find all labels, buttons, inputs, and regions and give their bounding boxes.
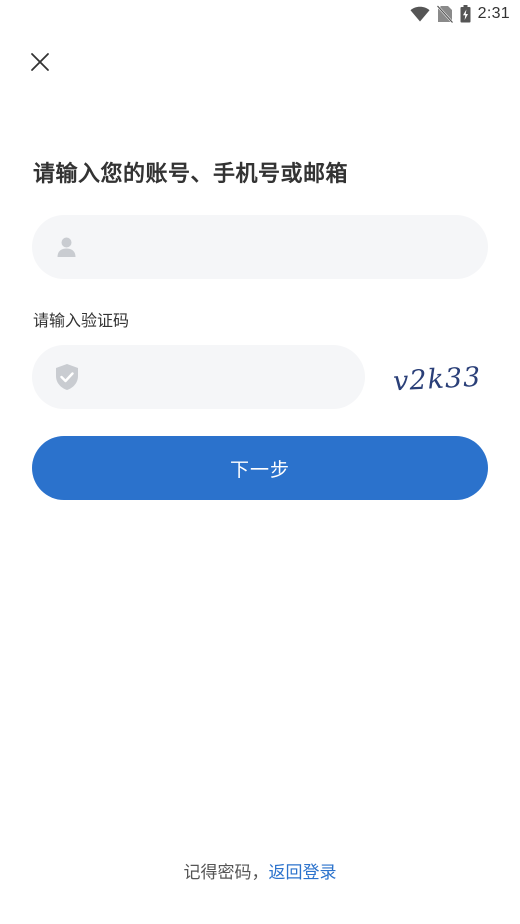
close-icon xyxy=(31,53,49,71)
page-title: 请输入您的账号、手机号或邮箱 xyxy=(33,162,349,187)
captcha-text: v2k33 xyxy=(392,362,482,398)
account-input[interactable] xyxy=(90,226,488,268)
back-to-login-link[interactable]: 返回登录 xyxy=(269,863,337,883)
user-icon xyxy=(57,237,76,257)
captcha-field[interactable] xyxy=(32,345,365,409)
footer: 记得密码，返回登录 xyxy=(0,858,520,883)
remember-text: 记得密码， xyxy=(183,863,269,883)
next-button[interactable]: 下一步 xyxy=(32,436,488,500)
status-icons: 2:31 xyxy=(410,3,510,25)
battery-charging-icon xyxy=(460,5,471,23)
no-sim-icon xyxy=(436,5,453,23)
captcha-image[interactable]: v2k33 xyxy=(388,352,488,402)
close-button[interactable] xyxy=(26,48,54,76)
shield-check-icon xyxy=(56,364,78,390)
status-time: 2:31 xyxy=(477,5,510,22)
status-bar: 2:31 xyxy=(0,0,520,30)
captcha-label: 请输入验证码 xyxy=(33,311,130,330)
account-field[interactable] xyxy=(32,215,488,279)
captcha-input[interactable] xyxy=(94,356,365,398)
wifi-icon xyxy=(410,6,430,22)
